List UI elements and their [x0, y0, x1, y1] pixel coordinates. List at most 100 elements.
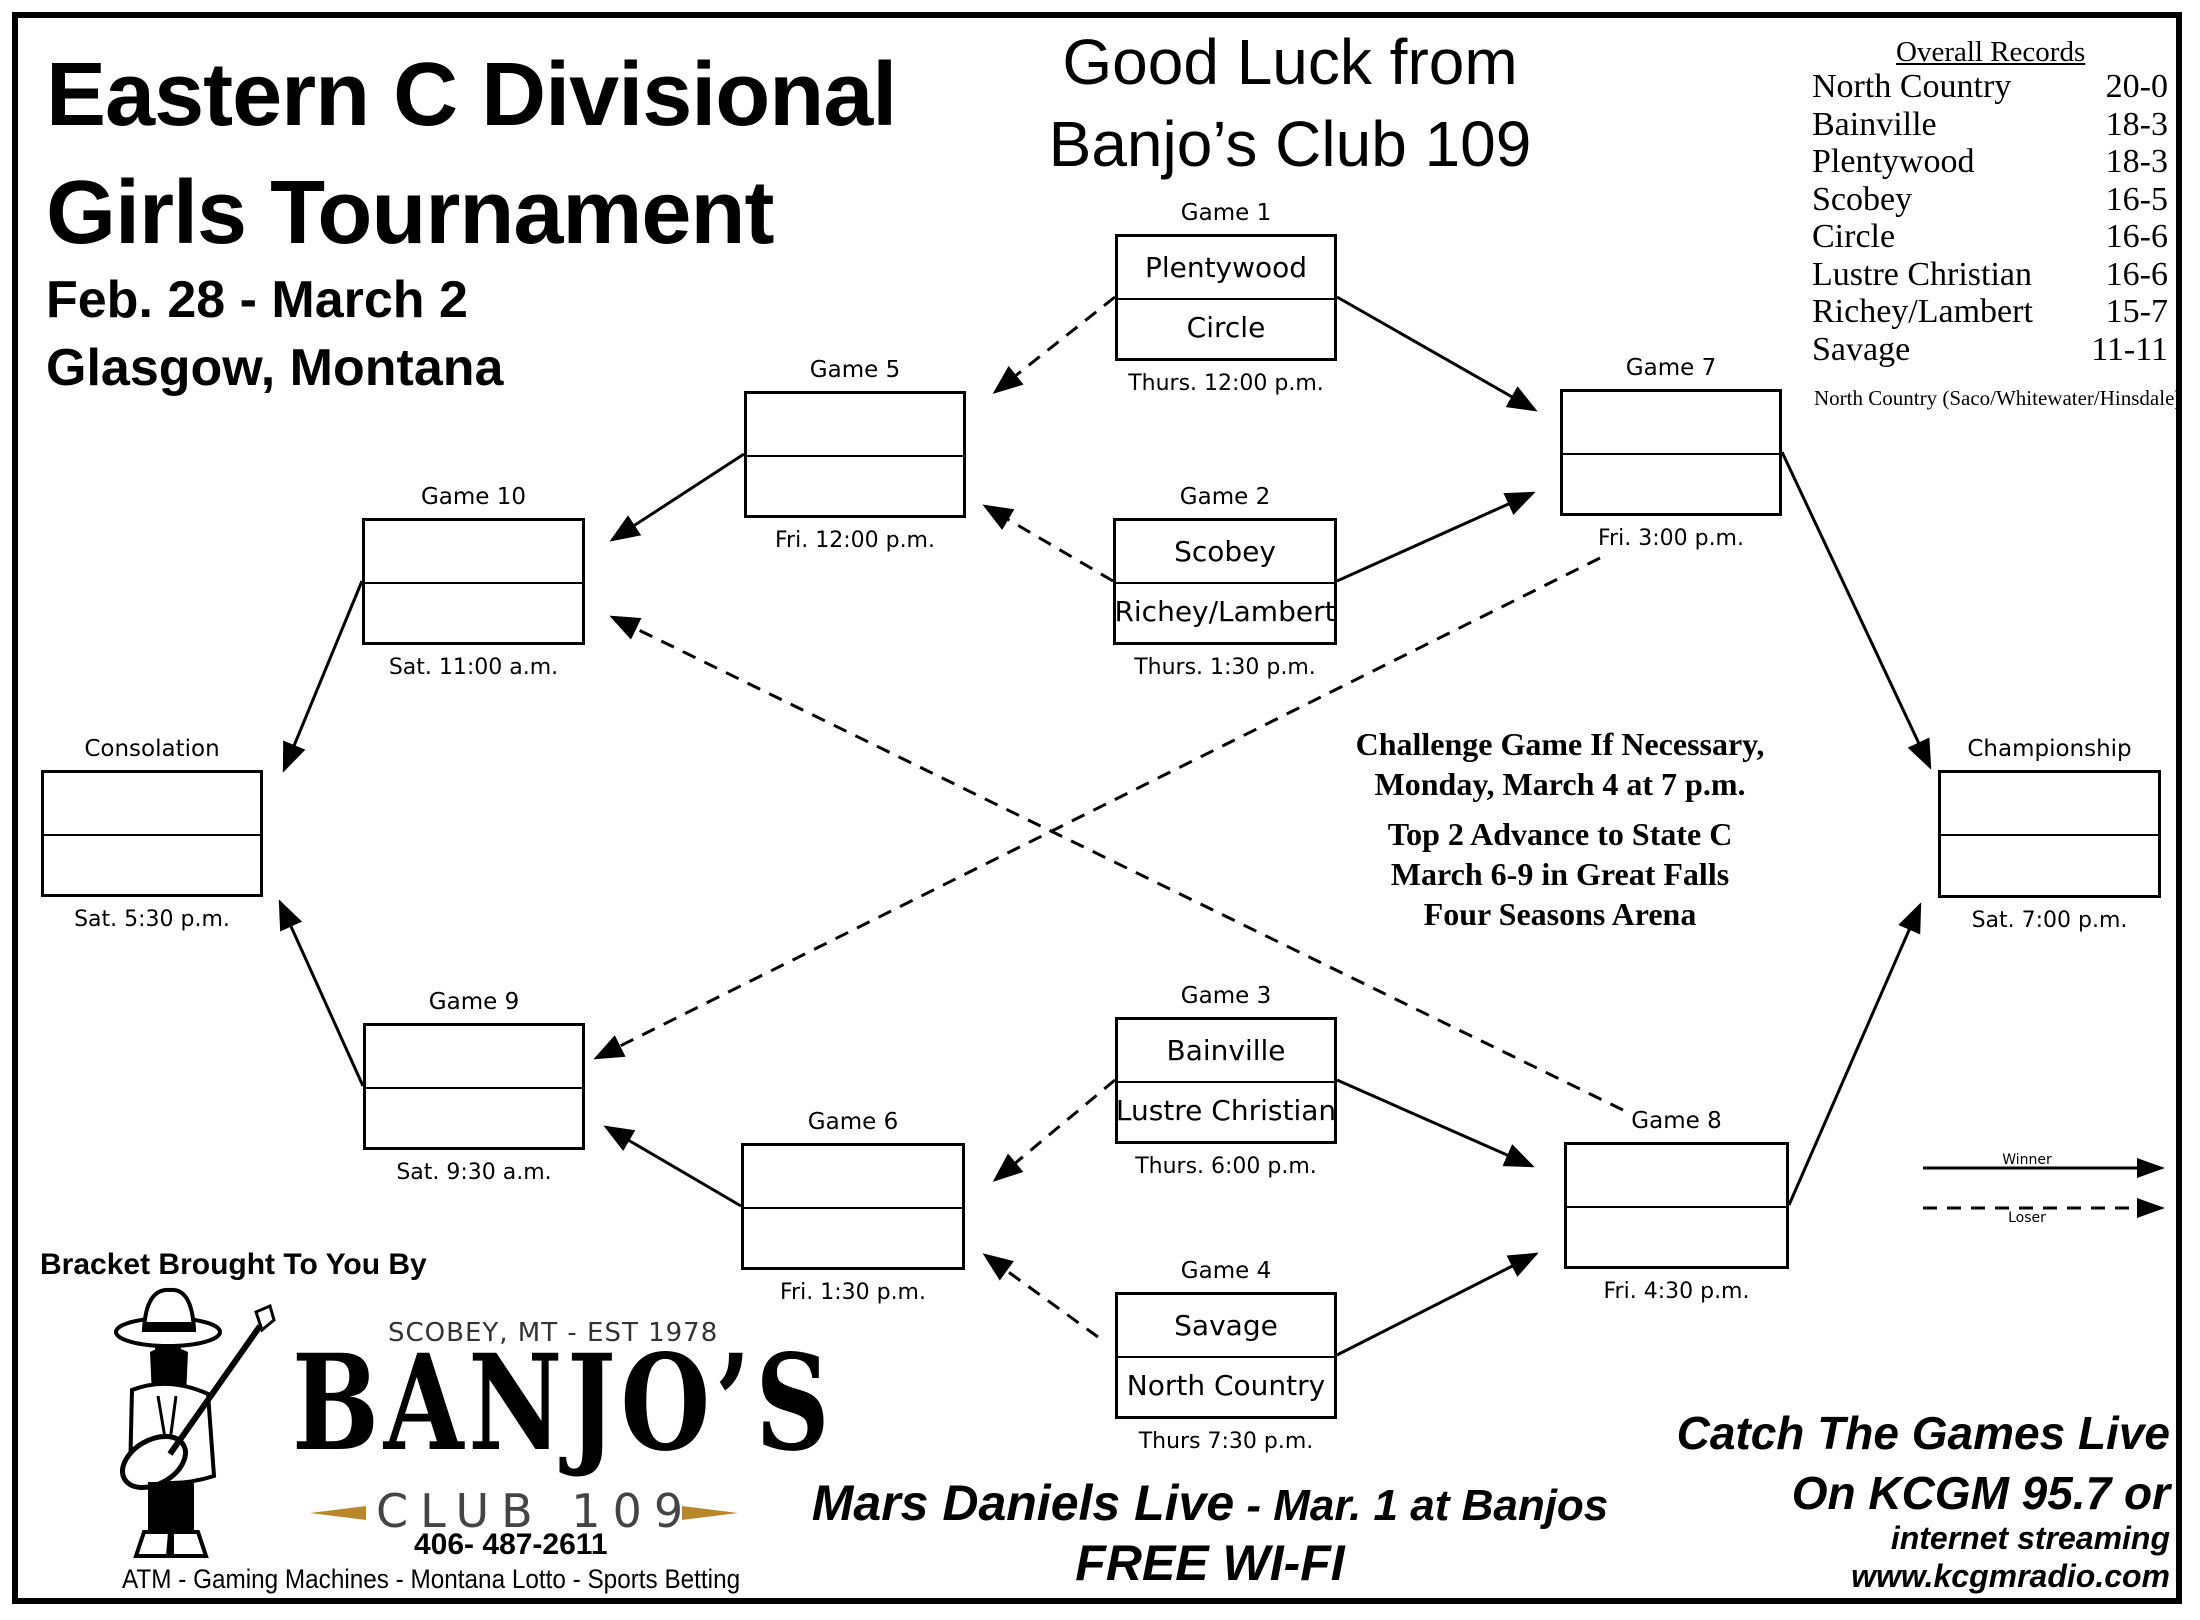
team-slot-bottom[interactable] [747, 455, 963, 516]
game-time-g1: Thurs. 12:00 p.m. [1128, 371, 1324, 396]
game-label-g6: Game 6 [807, 1109, 899, 1135]
team-slot-top[interactable]: Scobey [1116, 521, 1334, 584]
game-time-championship: Sat. 7:00 p.m. [1971, 908, 2128, 933]
radio-website[interactable]: www.kcgmradio.com [1851, 1558, 2170, 1595]
sponsor-phone: 406- 487-2611 [414, 1528, 608, 1561]
team-slot-bottom[interactable]: Richey/Lambert [1114, 582, 1335, 643]
promo-wifi: FREE WI-FI [1075, 1535, 1345, 1591]
team-slot-bottom[interactable] [44, 834, 260, 895]
game-box-g2: Scobey Richey/Lambert [1113, 518, 1337, 645]
loser-arrow-g1-to-g5 [992, 295, 1116, 394]
team-slot-bottom[interactable] [365, 582, 582, 643]
game-label-g8: Game 8 [1631, 1108, 1722, 1134]
game-box-g4: Savage North Country [1115, 1292, 1337, 1419]
promo-event-date: - Mar. 1 at Banjos [1234, 1481, 1609, 1530]
team-slot-top[interactable] [1563, 392, 1779, 455]
banjo-player-icon [110, 1286, 290, 1566]
team-slot-bottom[interactable] [366, 1087, 582, 1148]
game-label-g3: Game 3 [1180, 983, 1272, 1009]
game-box-g10 [362, 518, 585, 645]
team-slot-bottom[interactable] [1567, 1206, 1786, 1267]
game-box-g7 [1560, 389, 1782, 516]
winner-arrow-g3-to-g8 [1336, 1078, 1535, 1168]
challenge-line-1: Challenge Game If Necessary, [1355, 726, 1765, 762]
loser-arrow-g3-to-g6 [992, 1078, 1116, 1182]
team-slot-top[interactable] [44, 773, 260, 836]
winner-arrow-g2-to-g7 [1336, 491, 1536, 583]
winner-arrow-g1-to-g7 [1336, 295, 1538, 412]
radio-line-2: On KCGM 95.7 or [1791, 1467, 2170, 1519]
advance-line-3: Four Seasons Arena [1423, 896, 1697, 932]
left-ornament-icon [310, 1506, 366, 1520]
winner-arrow-g10-to-consolation [282, 580, 364, 773]
challenge-line-2: Monday, March 4 at 7 p.m. [1374, 766, 1746, 802]
challenge-info: Challenge Game If Necessary, Monday, Mar… [1356, 724, 1765, 934]
loser-arrow-g4-to-g6 [982, 1253, 1099, 1339]
game-label-championship: Championship [1967, 736, 2132, 762]
radio-line-3: internet streaming [1890, 1520, 2170, 1556]
game-label-g2: Game 2 [1179, 484, 1271, 510]
game-time-g8: Fri. 4:30 p.m. [1603, 1279, 1750, 1304]
team-slot-top[interactable] [1567, 1145, 1786, 1208]
sponsor-services: ATM - Gaming Machines - Montana Lotto - … [122, 1564, 741, 1594]
legend-winner-arrowhead [2137, 1158, 2165, 1178]
team-slot-bottom[interactable]: Circle [1118, 298, 1334, 359]
game-box-g6 [741, 1143, 965, 1270]
legend: Winner Loser [1915, 1150, 2175, 1230]
team-slot-top[interactable] [1941, 773, 2158, 836]
game-label-g1: Game 1 [1180, 200, 1272, 226]
team-slot-top[interactable] [365, 521, 582, 584]
game-box-g3: Bainville Lustre Christian [1115, 1017, 1337, 1144]
game-time-g6: Fri. 1:30 p.m. [780, 1280, 926, 1305]
promo-line-1: Mars Daniels Live - Mar. 1 at Banjos [812, 1474, 1609, 1532]
game-label-consolation: Consolation [84, 736, 220, 762]
game-box-g9 [363, 1023, 585, 1150]
winner-arrow-g7-to-championship [1780, 451, 1932, 770]
sponsor-name: BANJO’S [292, 1326, 835, 1481]
radio-line-1: Catch The Games Live [1676, 1407, 2170, 1459]
team-slot-bottom[interactable]: Lustre Christian [1116, 1081, 1336, 1142]
game-time-g10: Sat. 11:00 a.m. [388, 655, 559, 680]
advance-line-2: March 6-9 in Great Falls [1390, 856, 1730, 892]
legend-winner-label: Winner [2002, 1152, 2052, 1168]
winner-arrow-g5-to-g10 [609, 452, 745, 542]
team-slot-bottom[interactable] [1941, 834, 2158, 895]
game-label-g7: Game 7 [1625, 355, 1717, 381]
game-label-g10: Game 10 [420, 484, 527, 510]
game-label-g9: Game 9 [428, 989, 520, 1015]
team-slot-top[interactable] [744, 1146, 962, 1209]
game-time-g9: Sat. 9:30 a.m. [396, 1160, 552, 1185]
game-label-g4: Game 4 [1180, 1258, 1272, 1284]
game-box-consolation [41, 770, 263, 897]
winner-arrow-g4-to-g8 [1336, 1252, 1539, 1357]
loser-arrow-g2-to-g5 [982, 504, 1114, 583]
team-slot-top[interactable] [747, 394, 963, 457]
game-time-g5: Fri. 12:00 p.m. [775, 528, 935, 553]
game-label-g5: Game 5 [809, 357, 901, 383]
game-time-g4: Thurs 7:30 p.m. [1138, 1429, 1314, 1454]
game-time-g7: Fri. 3:00 p.m. [1598, 526, 1744, 551]
team-slot-bottom[interactable] [744, 1207, 962, 1268]
winner-arrow-g8-to-championship [1787, 902, 1922, 1206]
team-slot-top[interactable]: Plentywood [1118, 237, 1334, 300]
right-ornament-icon [682, 1506, 738, 1520]
team-slot-top[interactable]: Bainville [1118, 1020, 1334, 1083]
game-time-consolation: Sat. 5:30 p.m. [74, 907, 230, 932]
game-time-g3: Thurs. 6:00 p.m. [1135, 1154, 1317, 1179]
promo-event: Mars Daniels Live [811, 1475, 1235, 1531]
team-slot-bottom[interactable] [1563, 453, 1779, 514]
game-box-championship [1938, 770, 2161, 898]
legend-loser-label: Loser [2008, 1210, 2046, 1226]
game-box-g1: Plentywood Circle [1115, 234, 1337, 361]
team-slot-top[interactable] [366, 1026, 582, 1089]
winner-arrow-g9-to-consolation [278, 899, 365, 1087]
team-slot-top[interactable]: Savage [1118, 1295, 1334, 1358]
sponsor-heading: Bracket Brought To You By [40, 1248, 427, 1281]
legend-loser-arrowhead [2137, 1198, 2165, 1218]
game-box-g8 [1564, 1142, 1789, 1269]
winner-arrow-g6-to-g9 [603, 1125, 742, 1208]
advance-line-1: Top 2 Advance to State C [1387, 816, 1733, 852]
team-slot-bottom[interactable]: North Country [1118, 1356, 1334, 1417]
game-box-g5 [744, 391, 966, 518]
game-time-g2: Thurs. 1:30 p.m. [1134, 655, 1316, 680]
